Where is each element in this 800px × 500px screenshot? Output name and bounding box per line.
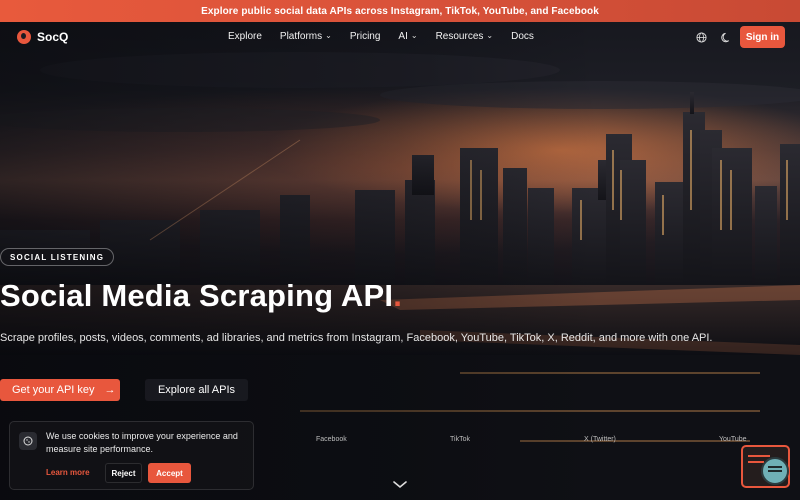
nav-item-explore[interactable]: Explore <box>228 31 262 42</box>
cookie-message: We use cookies to improve your experienc… <box>46 431 238 454</box>
cookie-learn-more-link[interactable]: Learn more <box>46 468 90 477</box>
brand-name: SocQ <box>37 30 69 44</box>
brand[interactable]: SocQ <box>17 30 68 44</box>
brand-logo-icon <box>17 30 31 44</box>
nav-item-pricing[interactable]: Pricing <box>350 31 381 42</box>
sign-in-button[interactable]: Sign in <box>740 26 785 48</box>
chat-bubble-icon[interactable] <box>761 457 789 485</box>
hero-badge: SOCIAL LISTENING <box>0 248 115 266</box>
cookie-icon <box>19 432 37 450</box>
nav-item-ai[interactable]: AI ⌄ <box>398 31 417 42</box>
announcement-bar[interactable]: Explore public social data APIs across I… <box>0 0 800 22</box>
main-menu: Explore Platforms ⌄ Pricing AI ⌄ Resourc… <box>228 31 552 42</box>
cookie-accept-button[interactable]: Accept <box>148 463 191 483</box>
platform-facebook[interactable]: Facebook <box>316 436 347 443</box>
get-api-key-button[interactable]: Get your API key → <box>0 379 120 401</box>
hero-subtitle: Scrape profiles, posts, videos, comments… <box>0 332 713 344</box>
chevron-down-icon: ⌄ <box>486 31 494 40</box>
arrow-right-icon: → <box>104 384 116 396</box>
platform-x-twitter[interactable]: X (Twitter) <box>584 436 616 443</box>
chevron-down-icon: ⌄ <box>325 31 332 40</box>
scroll-down-chevron-icon[interactable] <box>393 476 407 489</box>
explore-all-apis-button[interactable]: Explore all APIs <box>145 379 248 401</box>
cookie-banner: We use cookies to improve your experienc… <box>9 421 254 490</box>
page-title: Social Media Scraping API. <box>0 278 403 313</box>
platform-youtube[interactable]: YouTube <box>719 436 747 443</box>
nav-item-docs[interactable]: Docs <box>511 31 534 42</box>
platform-tiktok[interactable]: TikTok <box>450 436 470 443</box>
cookie-reject-button[interactable]: Reject <box>105 463 142 483</box>
title-accent-dot: . <box>393 278 403 313</box>
moon-icon[interactable] <box>720 31 732 43</box>
top-navigation: SocQ Explore Platforms ⌄ Pricing AI ⌄ Re… <box>0 22 800 54</box>
announcement-text: Explore public social data APIs across I… <box>201 5 599 17</box>
globe-icon[interactable] <box>695 31 707 43</box>
chevron-down-icon: ⌄ <box>410 31 418 40</box>
nav-item-platforms[interactable]: Platforms ⌄ <box>280 31 332 42</box>
nav-item-resources[interactable]: Resources ⌄ <box>436 31 494 42</box>
